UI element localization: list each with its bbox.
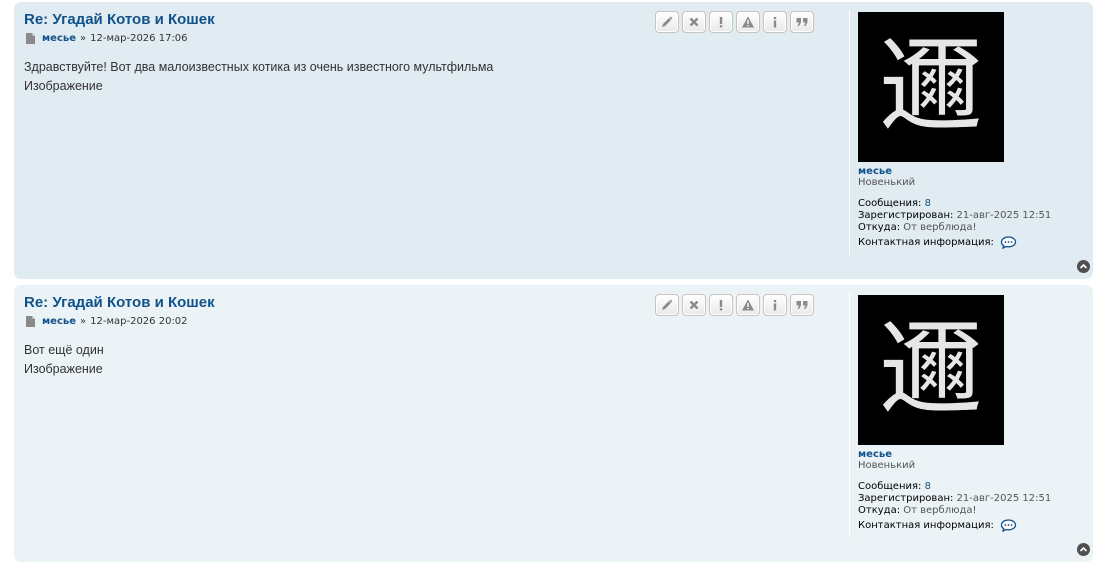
post: Re: Угадай Котов и Кошек месье » 12-мар-…	[14, 2, 1093, 279]
profile-contact: Контактная информация:	[858, 519, 1088, 532]
warning-icon	[742, 299, 754, 311]
info-icon	[773, 300, 777, 311]
quote-icon	[796, 18, 808, 26]
post-buttons	[655, 294, 814, 316]
profile-registered-value: 21-авг-2025 12:51	[956, 493, 1052, 504]
contact-bubble-icon[interactable]	[1000, 519, 1017, 532]
post-meta: месье » 12-мар-2026 17:06	[26, 33, 188, 44]
avatar-glyph: 邇	[878, 309, 983, 431]
profile-contact: Контактная информация:	[858, 236, 1088, 249]
profile-registered: Зарегистрирован: 21-авг-2025 12:51	[858, 493, 1088, 505]
quote-button[interactable]	[790, 11, 814, 33]
profile-posts: Сообщения: 8	[858, 198, 1088, 210]
profile-location: Откуда: От верблюда!	[858, 222, 1088, 234]
post-text-line: Вот ещё один	[24, 343, 104, 357]
avatar[interactable]: 邇	[858, 295, 1004, 445]
profile-rank: Новенький	[858, 460, 916, 471]
report-button[interactable]	[709, 294, 733, 316]
profile-location-value: От верблюда!	[903, 222, 977, 233]
warn-button[interactable]	[736, 11, 760, 33]
edit-button[interactable]	[655, 11, 679, 33]
profile-posts-count-link[interactable]: 8	[925, 481, 931, 492]
profile-username-link[interactable]: месье	[858, 166, 1088, 177]
quote-icon	[796, 301, 808, 309]
post-content: Здравствуйте! Вот два малоизвестных коти…	[24, 58, 493, 96]
info-icon	[773, 17, 777, 28]
post-file-icon[interactable]	[26, 33, 35, 44]
x-icon	[689, 17, 699, 27]
chevron-up-icon	[1079, 263, 1088, 269]
post-file-icon[interactable]	[26, 316, 35, 327]
post-author-link[interactable]: месье	[42, 33, 76, 44]
profile-username-link[interactable]: месье	[858, 449, 1088, 460]
profile-registered-value: 21-авг-2025 12:51	[956, 210, 1052, 221]
profile-posts: Сообщения: 8	[858, 481, 1088, 493]
profile-posts-label: Сообщения:	[858, 481, 922, 492]
meta-separator: »	[80, 33, 87, 44]
edit-button[interactable]	[655, 294, 679, 316]
exclamation-icon	[719, 300, 723, 311]
profile-location-value: От верблюда!	[903, 505, 977, 516]
profile-location: Откуда: От верблюда!	[858, 505, 1088, 517]
pencil-icon	[662, 16, 673, 27]
profile-contact-label: Контактная информация:	[858, 237, 994, 248]
profile-contact-label: Контактная информация:	[858, 520, 994, 531]
profile-registered-label: Зарегистрирован:	[858, 493, 954, 504]
profile-posts-count-link[interactable]: 8	[925, 198, 931, 209]
back-to-top-button[interactable]	[1077, 260, 1090, 273]
delete-button[interactable]	[682, 294, 706, 316]
back-to-top-button[interactable]	[1077, 543, 1090, 556]
info-button[interactable]	[763, 11, 787, 33]
meta-separator: »	[80, 316, 87, 327]
post-image-placeholder[interactable]: Изображение	[24, 360, 104, 379]
pencil-icon	[662, 299, 673, 310]
contact-bubble-icon[interactable]	[1000, 236, 1017, 249]
info-button[interactable]	[763, 294, 787, 316]
profile-location-label: Откуда:	[858, 222, 901, 233]
post-title-link[interactable]: Re: Угадай Котов и Кошек	[24, 11, 215, 28]
quote-button[interactable]	[790, 294, 814, 316]
warn-button[interactable]	[736, 294, 760, 316]
post: Re: Угадай Котов и Кошек месье » 12-мар-…	[14, 285, 1093, 562]
post-text-line: Здравствуйте! Вот два малоизвестных коти…	[24, 60, 494, 74]
exclamation-icon	[719, 17, 723, 28]
warning-icon	[742, 16, 754, 28]
post-meta: месье » 12-мар-2026 20:02	[26, 316, 188, 327]
post-profile: 邇 месье Новенький Сообщения: 8 Зарегистр…	[849, 10, 1088, 255]
x-icon	[689, 300, 699, 310]
profile-posts-label: Сообщения:	[858, 198, 922, 209]
chevron-up-icon	[1079, 546, 1088, 552]
post-title-link[interactable]: Re: Угадай Котов и Кошек	[24, 294, 215, 311]
post-image-placeholder[interactable]: Изображение	[24, 77, 493, 96]
post-content: Вот ещё один Изображение	[24, 341, 104, 379]
post-datetime: 12-мар-2026 20:02	[90, 316, 188, 327]
delete-button[interactable]	[682, 11, 706, 33]
avatar[interactable]: 邇	[858, 12, 1004, 162]
profile-registered: Зарегистрирован: 21-авг-2025 12:51	[858, 210, 1088, 222]
profile-registered-label: Зарегистрирован:	[858, 210, 954, 221]
avatar-glyph: 邇	[878, 26, 983, 148]
profile-rank: Новенький	[858, 177, 916, 188]
report-button[interactable]	[709, 11, 733, 33]
post-datetime: 12-мар-2026 17:06	[90, 33, 188, 44]
post-profile: 邇 месье Новенький Сообщения: 8 Зарегистр…	[849, 293, 1088, 538]
post-buttons	[655, 11, 814, 33]
profile-location-label: Откуда:	[858, 505, 901, 516]
post-author-link[interactable]: месье	[42, 316, 76, 327]
